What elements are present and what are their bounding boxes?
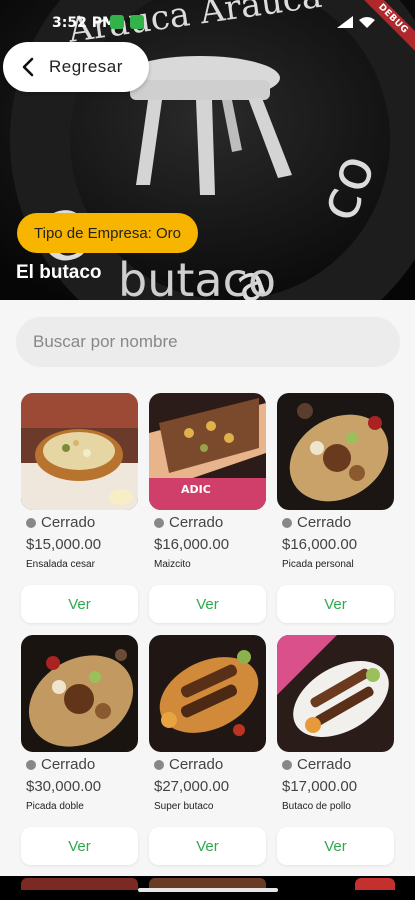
status-text: Cerrado	[41, 756, 96, 773]
product-card: ADIC Cerrado $16,000.00 Maizcito Ver	[149, 393, 266, 635]
product-card: Cerrado $15,000.00 Ensalada cesar Ver	[21, 393, 138, 635]
product-name: Picada personal	[282, 559, 354, 570]
status-dot	[282, 517, 292, 528]
status-text: Cerrado	[297, 514, 352, 531]
status-row: Cerrado	[149, 514, 266, 531]
back-label: Regresar	[49, 57, 123, 76]
product-image	[21, 393, 138, 510]
status-row: Cerrado	[277, 514, 394, 531]
product-name: Super butaco	[154, 801, 214, 812]
product-price: $16,000.00	[282, 536, 358, 553]
wifi-icon	[359, 17, 375, 28]
product-card: Cerrado $27,000.00 Super butaco Ver	[149, 635, 266, 877]
view-product-button[interactable]: Ver	[149, 827, 266, 865]
search-input[interactable]	[33, 332, 400, 352]
product-name: Maizcito	[154, 559, 191, 570]
status-text: Cerrado	[41, 514, 96, 531]
status-time: 3:52 PM	[52, 15, 116, 31]
status-dot	[282, 759, 292, 770]
product-price: $27,000.00	[154, 778, 230, 795]
product-image	[21, 878, 138, 890]
status-dot	[26, 517, 36, 528]
product-name: Butaco de pollo	[282, 801, 351, 812]
view-product-button[interactable]: Ver	[149, 585, 266, 623]
view-product-button[interactable]: Ver	[277, 585, 394, 623]
back-button[interactable]: Regresar	[3, 42, 149, 92]
status-text: Cerrado	[169, 514, 224, 531]
status-indicators	[337, 16, 375, 28]
product-price: $16,000.00	[154, 536, 230, 553]
whatsapp-icon	[130, 15, 144, 29]
product-image	[355, 878, 395, 890]
status-dot	[26, 759, 36, 770]
status-dot	[154, 517, 164, 528]
status-dot	[154, 759, 164, 770]
product-name: Picada doble	[26, 801, 84, 812]
shop-name: El butaco	[16, 262, 102, 283]
signal-icon	[337, 16, 353, 28]
product-grid: Cerrado $15,000.00 Ensalada cesar Ver AD…	[21, 393, 395, 877]
chevron-left-icon	[22, 57, 34, 77]
product-price: $15,000.00	[26, 536, 102, 553]
product-price: $17,000.00	[282, 778, 358, 795]
status-bar: 3:52 PM	[0, 10, 415, 36]
hero-banner: e co a butaco Arauca Arauca 3:52 PM DEBU…	[0, 0, 415, 300]
product-name: Ensalada cesar	[26, 559, 95, 570]
product-image	[277, 635, 394, 752]
screen: e co a butaco Arauca Arauca 3:52 PM DEBU…	[0, 0, 415, 900]
view-product-button[interactable]: Ver	[21, 585, 138, 623]
whatsapp-icon	[110, 15, 124, 29]
product-card: Cerrado $17,000.00 Butaco de pollo Ver	[277, 635, 394, 877]
product-image	[277, 393, 394, 510]
product-image	[21, 635, 138, 752]
product-card: Cerrado $16,000.00 Picada personal Ver	[277, 393, 394, 635]
status-text: Cerrado	[297, 756, 352, 773]
search-bar[interactable]	[16, 317, 400, 367]
status-text: Cerrado	[169, 756, 224, 773]
view-product-button[interactable]: Ver	[21, 827, 138, 865]
product-price: $30,000.00	[26, 778, 102, 795]
company-type-badge: Tipo de Empresa: Oro	[17, 213, 199, 253]
status-row: Cerrado	[21, 514, 138, 531]
product-image: ADIC	[149, 393, 266, 510]
home-indicator[interactable]	[138, 888, 278, 892]
view-product-button[interactable]: Ver	[277, 827, 394, 865]
status-row: Cerrado	[149, 756, 266, 773]
status-row: Cerrado	[21, 756, 138, 773]
product-image-text: ADIC	[181, 483, 211, 496]
status-row: Cerrado	[277, 756, 394, 773]
product-card: Cerrado $30,000.00 Picada doble Ver	[21, 635, 138, 877]
product-image	[149, 635, 266, 752]
